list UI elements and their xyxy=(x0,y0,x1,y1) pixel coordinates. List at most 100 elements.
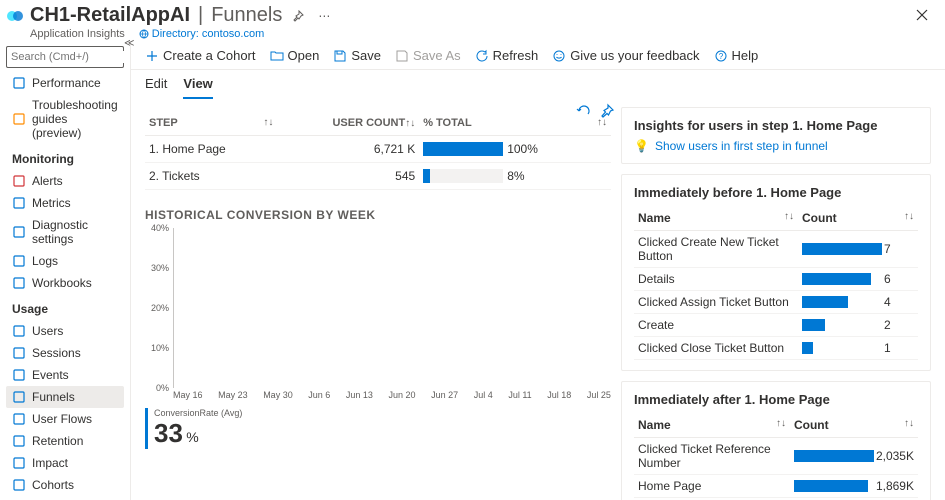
x-tick: Jun 6 xyxy=(308,390,330,400)
sort-count[interactable]: ↑↓ xyxy=(405,118,415,129)
x-tick: May 23 xyxy=(218,390,248,400)
app-icon xyxy=(6,7,24,25)
sidebar-item-users[interactable]: Users xyxy=(6,320,124,342)
sort-after-name[interactable]: ↑↓ xyxy=(776,418,786,429)
table-row[interactable]: Home Page 1,869K xyxy=(634,475,918,498)
sidebar-item-more[interactable]: More xyxy=(6,496,124,500)
feedback-button[interactable]: Give us your feedback xyxy=(552,48,699,63)
sort-before-name[interactable]: ↑↓ xyxy=(784,211,794,222)
before-card: Immediately before 1. Home Page Name ↑↓ … xyxy=(621,174,931,371)
row-name: Create xyxy=(634,314,798,337)
sidebar-item-label: Users xyxy=(32,324,63,338)
create-cohort-button[interactable]: Create a Cohort xyxy=(145,48,256,63)
y-axis: 40%30%20%10%0% xyxy=(145,228,173,388)
row-name: Home Page xyxy=(634,475,790,498)
pin-chart-icon[interactable] xyxy=(599,103,615,119)
sort-step[interactable]: ↑↓ xyxy=(263,117,273,128)
after-title: Immediately after 1. Home Page xyxy=(634,392,918,407)
sidebar-item-label: Alerts xyxy=(32,174,63,188)
row-count: 4 xyxy=(884,295,891,309)
x-tick: Jul 18 xyxy=(547,390,571,400)
globe-icon xyxy=(139,29,149,39)
sidebar-item-alerts[interactable]: Alerts xyxy=(6,170,124,192)
sort-after-count[interactable]: ↑↓ xyxy=(904,418,914,429)
sidebar-item-label: Workbooks xyxy=(32,276,92,290)
undo-icon[interactable] xyxy=(575,103,591,119)
sidebar-item-diagnostic-settings[interactable]: Diagnostic settings xyxy=(6,214,124,250)
close-icon[interactable] xyxy=(911,4,933,26)
app-type-label: Application Insights xyxy=(30,28,125,40)
open-button[interactable]: Open xyxy=(270,48,320,63)
plus-icon xyxy=(145,49,159,63)
page-section: Funnels xyxy=(211,4,282,27)
sidebar-item-user-flows[interactable]: User Flows xyxy=(6,408,124,430)
row-name: Details xyxy=(634,268,798,291)
more-icon[interactable]: ⋯ xyxy=(314,7,334,25)
pct-bar xyxy=(423,142,503,156)
row-count: 1,869K xyxy=(876,479,914,493)
row-count: 1 xyxy=(884,341,891,355)
sidebar-item-retention[interactable]: Retention xyxy=(6,430,124,452)
row-name: Clicked Ticket Reference Number xyxy=(634,438,790,475)
sidebar: ≪ Performance Troubleshooting guides (pre… xyxy=(0,42,130,500)
sidebar-item-performance[interactable]: Performance xyxy=(6,72,124,94)
sidebar-item-label: Diagnostic settings xyxy=(32,218,118,246)
sidebar-item-impact[interactable]: Impact xyxy=(6,452,124,474)
sidebar-item-label: Sessions xyxy=(32,346,81,360)
sidebar-item-troubleshooting-guides-preview-[interactable]: Troubleshooting guides (preview) xyxy=(6,94,124,144)
sidebar-item-workbooks[interactable]: Workbooks xyxy=(6,272,124,294)
refresh-button[interactable]: Refresh xyxy=(475,48,539,63)
count-bar xyxy=(802,342,882,354)
table-row[interactable]: Details6 xyxy=(634,268,918,291)
sidebar-item-events[interactable]: Events xyxy=(6,364,124,386)
y-tick: 30% xyxy=(151,263,173,273)
search-input[interactable] xyxy=(6,46,124,68)
pin-icon[interactable] xyxy=(288,8,308,24)
sidebar-item-label: Troubleshooting guides (preview) xyxy=(32,98,118,140)
sort-before-count[interactable]: ↑↓ xyxy=(904,211,914,222)
table-row[interactable]: Clicked Ticket Reference Number2,035K xyxy=(634,438,918,475)
table-row[interactable]: Clicked Close Ticket Button 1 xyxy=(634,337,918,360)
y-tick: 0% xyxy=(156,383,173,393)
sidebar-item-logs[interactable]: Logs xyxy=(6,250,124,272)
sidebar-item-label: Funnels xyxy=(32,390,75,404)
sidebar-item-funnels[interactable]: Funnels xyxy=(6,386,124,408)
sidebar-item-sessions[interactable]: Sessions xyxy=(6,342,124,364)
conversion-metric: ConversionRate (Avg) 33 % xyxy=(145,408,242,449)
pct-bar xyxy=(423,169,503,183)
count-bar xyxy=(802,296,882,308)
before-col-count: Count xyxy=(802,211,837,225)
sidebar-item-cohorts[interactable]: Cohorts xyxy=(6,474,124,496)
insights-title: Insights for users in step 1. Home Page xyxy=(634,118,918,133)
row-name: Clicked Close Ticket Button xyxy=(634,337,798,360)
x-tick: May 16 xyxy=(173,390,203,400)
step-name: 2. Tickets xyxy=(145,163,277,190)
tab-view[interactable]: View xyxy=(183,76,212,99)
before-col-name: Name xyxy=(638,211,671,225)
x-tick: May 30 xyxy=(263,390,293,400)
table-row[interactable]: Clicked Create New Ticket Button7 xyxy=(634,231,918,268)
after-card: Immediately after 1. Home Page Name ↑↓ C… xyxy=(621,381,931,500)
count-bar xyxy=(802,273,882,285)
sidebar-item-label: Events xyxy=(32,368,69,382)
page-title: CH1-RetailAppAI xyxy=(30,4,190,27)
step-row[interactable]: 1. Home Page6,721 K100% xyxy=(145,136,611,163)
pct-value: 100% xyxy=(507,142,538,156)
insights-link[interactable]: 💡 Show users in first step in funnel xyxy=(634,139,918,153)
step-row[interactable]: 2. Tickets5458% xyxy=(145,163,611,190)
collapse-sidebar-icon[interactable]: ≪ xyxy=(124,42,130,49)
directory-link[interactable]: Directory: contoso.com xyxy=(139,28,264,40)
save-icon xyxy=(333,49,347,63)
sidebar-item-metrics[interactable]: Metrics xyxy=(6,192,124,214)
table-row[interactable]: Clicked Assign Ticket Button4 xyxy=(634,291,918,314)
save-as-icon xyxy=(395,49,409,63)
x-tick: Jun 27 xyxy=(431,390,458,400)
tabs: Edit View xyxy=(131,70,945,99)
tab-edit[interactable]: Edit xyxy=(145,76,167,99)
count-bar xyxy=(802,243,882,255)
help-button[interactable]: ? Help xyxy=(714,48,759,63)
count-bar xyxy=(802,319,882,331)
save-button[interactable]: Save xyxy=(333,48,381,63)
table-row[interactable]: Create2 xyxy=(634,314,918,337)
save-as-button[interactable]: Save As xyxy=(395,48,461,63)
